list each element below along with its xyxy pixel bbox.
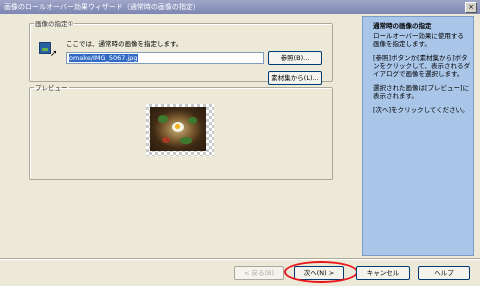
preview-checkerboard	[146, 104, 214, 156]
preview-group-legend: プレビュー	[35, 84, 68, 92]
cancel-button[interactable]: キャンセル	[356, 266, 410, 280]
image-path-field[interactable]: omake/IMG_5067.jpg	[66, 52, 264, 64]
help-button[interactable]: ヘルプ	[418, 266, 470, 280]
close-icon[interactable]: ×	[465, 2, 477, 13]
sidebar-paragraph: 選択された画像は[プレビュー]に表示されます。	[373, 84, 470, 100]
image-group-legend: 画像の指定①	[35, 20, 74, 28]
help-sidebar: 通常時の画像の指定 ロールオーバー効果に使用する画像を指定します。 [参照]ボタ…	[362, 16, 474, 256]
browse-button[interactable]: 参照(B)...	[268, 51, 322, 65]
mouse-cursor-icon: ➚	[50, 49, 58, 59]
preview-image	[150, 107, 206, 151]
sidebar-paragraph: [次へ]をクリックしてください。	[373, 106, 469, 114]
footer-divider	[0, 258, 480, 260]
sidebar-paragraph: [参照]ボタンか[素材集から]ボタンをクリックして、表示されるダイアログで画像を…	[373, 54, 470, 78]
sidebar-paragraph: ロールオーバー効果に使用する画像を指定します。	[373, 32, 464, 48]
wizard-main-panel: 画像の指定① ➚ ここでは、通常時の画像を指定します。 omake/IMG_50…	[0, 14, 360, 258]
image-path-value: omake/IMG_5067.jpg	[69, 54, 138, 62]
next-button-highlight	[284, 261, 358, 283]
back-button[interactable]: < 戻る(B)	[234, 266, 284, 280]
sidebar-title: 通常時の画像の指定	[373, 22, 432, 30]
preview-egg	[172, 122, 184, 132]
window-title: 画像のロールオーバー効果ウィザード（通常時の画像の指定）	[4, 3, 200, 11]
preview-group: プレビュー	[29, 82, 333, 180]
image-selection-group: 画像の指定① ➚ ここでは、通常時の画像を指定します。 omake/IMG_50…	[29, 18, 333, 85]
title-bar: 画像のロールオーバー効果ウィザード（通常時の画像の指定） ×	[0, 0, 480, 14]
image-description: ここでは、通常時の画像を指定します。	[66, 40, 183, 48]
